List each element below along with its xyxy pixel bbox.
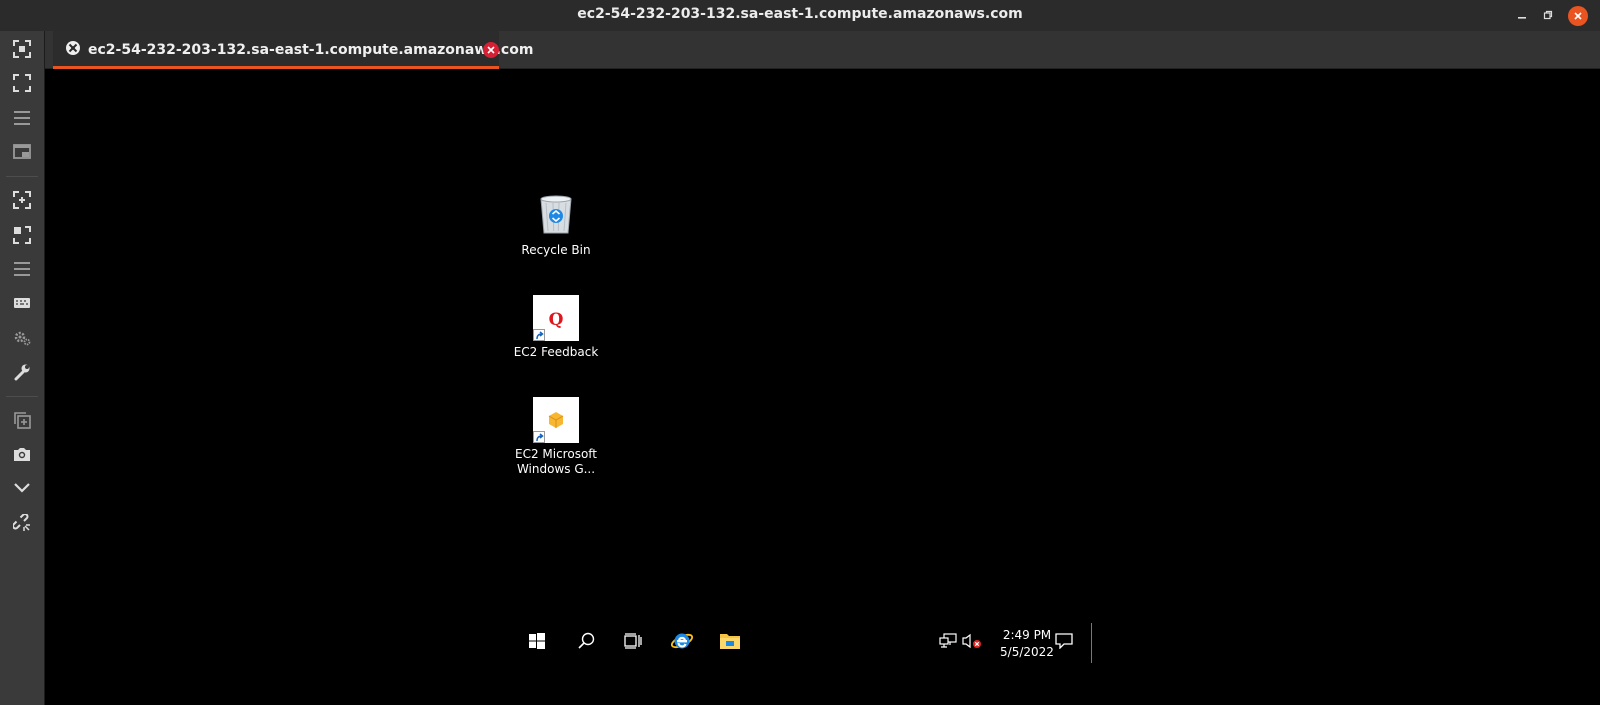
scale-icon	[13, 190, 31, 214]
list-button[interactable]	[8, 257, 36, 285]
close-window-button[interactable]	[1562, 0, 1594, 31]
close-icon	[487, 41, 495, 59]
window-titlebar: ec2-54-232-203-132.sa-east-1.compute.ama…	[0, 0, 1600, 31]
file-explorer-button[interactable]	[715, 628, 745, 658]
package-icon	[533, 397, 579, 443]
network-icon	[939, 632, 957, 654]
recycle-bin-icon	[533, 193, 579, 239]
search-button[interactable]	[571, 628, 601, 658]
duplicate-button[interactable]	[8, 408, 36, 436]
notification-icon	[1055, 632, 1073, 654]
resize-button[interactable]	[8, 223, 36, 251]
chevron-down-icon	[13, 481, 31, 499]
minimize-toolbar-button[interactable]	[8, 476, 36, 504]
duplicate-icon	[13, 411, 31, 434]
fit-window-icon	[13, 73, 31, 97]
desktop-icon-ec2-windows-guide[interactable]: EC2 Microsoft Windows G...	[511, 397, 601, 477]
scale-button[interactable]	[8, 188, 36, 216]
desktop-icon-recycle-bin[interactable]: Recycle Bin	[511, 193, 601, 258]
disconnect-icon	[12, 512, 31, 537]
keyboard-icon	[13, 296, 31, 315]
internet-explorer-button[interactable]	[667, 628, 697, 658]
remote-desktop[interactable]: Recycle Bin Q EC2 Feedback EC2 Microsoft	[45, 69, 1600, 705]
screenshot-button[interactable]	[8, 442, 36, 470]
settings-button[interactable]	[8, 326, 36, 354]
toggle-fullscreen-button[interactable]	[8, 37, 36, 65]
svg-text:Q: Q	[549, 310, 564, 330]
tab-label: ec2-54-232-203-132.sa-east-1.compute.ama…	[88, 42, 534, 58]
fullscreen-icon	[13, 39, 31, 63]
tab-bar: ec2-54-232-203-132.sa-east-1.compute.ama…	[45, 31, 1600, 69]
menu-icon	[13, 110, 31, 131]
resize-icon	[13, 225, 31, 249]
volume-muted-icon	[962, 633, 982, 654]
start-button[interactable]	[522, 628, 552, 658]
list-icon	[13, 261, 31, 282]
task-view-icon	[624, 632, 642, 654]
camera-icon	[13, 446, 31, 467]
close-icon	[1568, 5, 1588, 26]
desktop-icon-label: EC2 Microsoft Windows G...	[514, 447, 598, 476]
tools-icon	[13, 363, 31, 386]
feedback-icon: Q	[533, 295, 579, 341]
tab-close-button[interactable]	[483, 42, 499, 58]
shortcut-arrow-icon	[533, 329, 545, 341]
restore-icon	[1543, 7, 1553, 25]
volume-button[interactable]	[957, 628, 987, 658]
desktop-icon-ec2-feedback[interactable]: Q EC2 Feedback	[511, 295, 601, 360]
picture-in-picture-button[interactable]	[8, 140, 36, 168]
desktop-icon-label: Recycle Bin	[521, 243, 591, 257]
show-desktop-divider[interactable]	[1091, 623, 1092, 663]
desktop-icon-label: EC2 Feedback	[513, 345, 599, 359]
picture-in-picture-icon	[13, 143, 31, 165]
disconnect-button[interactable]	[8, 511, 36, 539]
menu-button[interactable]	[8, 106, 36, 134]
action-center-button[interactable]	[1049, 628, 1079, 658]
task-view-button[interactable]	[618, 628, 648, 658]
settings-icon	[13, 329, 31, 352]
clock-time: 2:49 PM	[1002, 628, 1052, 642]
shortcut-arrow-icon	[533, 431, 545, 443]
connection-icon	[65, 40, 81, 61]
fit-window-button[interactable]	[8, 71, 36, 99]
minimize-icon	[1517, 7, 1527, 25]
clock-date: 5/5/2022	[1000, 645, 1054, 659]
system-clock[interactable]: 2:49 PM 5/5/2022	[1000, 627, 1054, 661]
tools-button[interactable]	[8, 360, 36, 388]
windows-start-icon	[529, 632, 545, 654]
internet-explorer-icon	[670, 629, 694, 658]
restore-button[interactable]	[1532, 0, 1564, 31]
tab-connection[interactable]: ec2-54-232-203-132.sa-east-1.compute.ama…	[53, 31, 533, 69]
file-explorer-icon	[719, 632, 741, 655]
keyboard-button[interactable]	[8, 291, 36, 319]
search-icon	[577, 632, 595, 654]
window-title: ec2-54-232-203-132.sa-east-1.compute.ama…	[577, 6, 1023, 22]
remmina-toolbar	[0, 31, 45, 705]
